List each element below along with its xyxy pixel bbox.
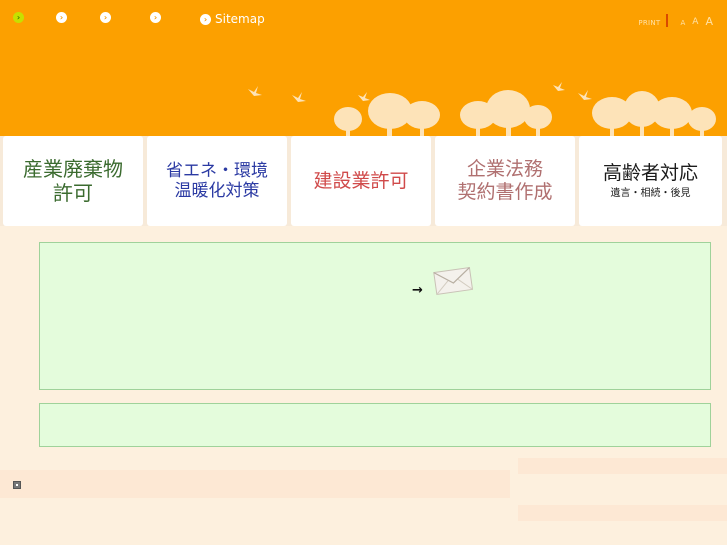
nav-item-4[interactable]: › (150, 12, 165, 23)
category-subtitle: 遺言・相続・後見 (610, 188, 691, 200)
category-energy-environment[interactable]: 省エネ・環境 温暖化対策 (147, 136, 287, 226)
bird-icon (553, 82, 565, 91)
category-construction-license[interactable]: 建設業許可 (291, 136, 431, 226)
font-size-small-button[interactable]: A (681, 20, 686, 27)
category-title: 高齢者対応 (602, 161, 698, 184)
trees-birds-illustration (248, 82, 716, 136)
category-subtitle: 契約書作成 (457, 181, 553, 203)
category-title: 産業廃棄物 (23, 157, 123, 181)
category-corporate-legal[interactable]: 企業法務 契約書作成 (435, 136, 575, 226)
print-link[interactable]: PRINT (638, 19, 660, 27)
nav-item-label: Sitemap (215, 12, 265, 26)
nav-item-3[interactable]: › (100, 12, 115, 23)
category-subtitle: 温暖化対策 (174, 181, 260, 201)
page-tools: PRINT A A A (638, 14, 713, 27)
category-title: 建設業許可 (313, 169, 409, 192)
category-title: 省エネ・環境 (166, 160, 268, 181)
bird-icon (578, 90, 592, 100)
page-top-icon[interactable] (13, 481, 21, 489)
bird-icon (248, 86, 262, 96)
font-size-large-button[interactable]: A (705, 16, 713, 27)
category-elderly-support[interactable]: 高齢者対応 遺言・相続・後見 (579, 136, 722, 226)
site-header: › › › › › Sitemap PRINT A A A (0, 0, 727, 136)
font-size-medium-button[interactable]: A (692, 18, 698, 27)
category-industrial-waste[interactable]: 産業廃棄物 許可 (3, 136, 143, 226)
info-panel (39, 403, 711, 447)
category-subtitle: 許可 (53, 181, 93, 205)
arrow-circle-icon: › (200, 13, 211, 25)
arrow-right-icon: → (412, 283, 423, 298)
envelope-icon[interactable] (432, 265, 474, 299)
contact-panel: → (39, 242, 711, 390)
arrow-circle-icon: › (100, 12, 111, 23)
nav-item-sitemap[interactable]: › Sitemap (200, 12, 265, 26)
tool-divider (665, 14, 668, 27)
bird-icon (358, 92, 370, 101)
nav-item-2[interactable]: › (56, 12, 71, 23)
top-nav: › › › › › Sitemap (0, 0, 727, 40)
category-title: 企業法務 (466, 158, 543, 181)
nav-item-1[interactable]: › (13, 12, 28, 23)
footer-bar (0, 470, 510, 498)
footer-strip (518, 458, 727, 474)
category-nav: 産業廃棄物 許可 省エネ・環境 温暖化対策 建設業許可 企業法務 契約書作成 高… (0, 136, 727, 226)
bird-icon (292, 92, 306, 102)
arrow-circle-icon: › (150, 12, 161, 23)
arrow-circle-icon: › (56, 12, 67, 23)
footer-strip (518, 505, 727, 521)
arrow-circle-icon: › (13, 12, 24, 23)
